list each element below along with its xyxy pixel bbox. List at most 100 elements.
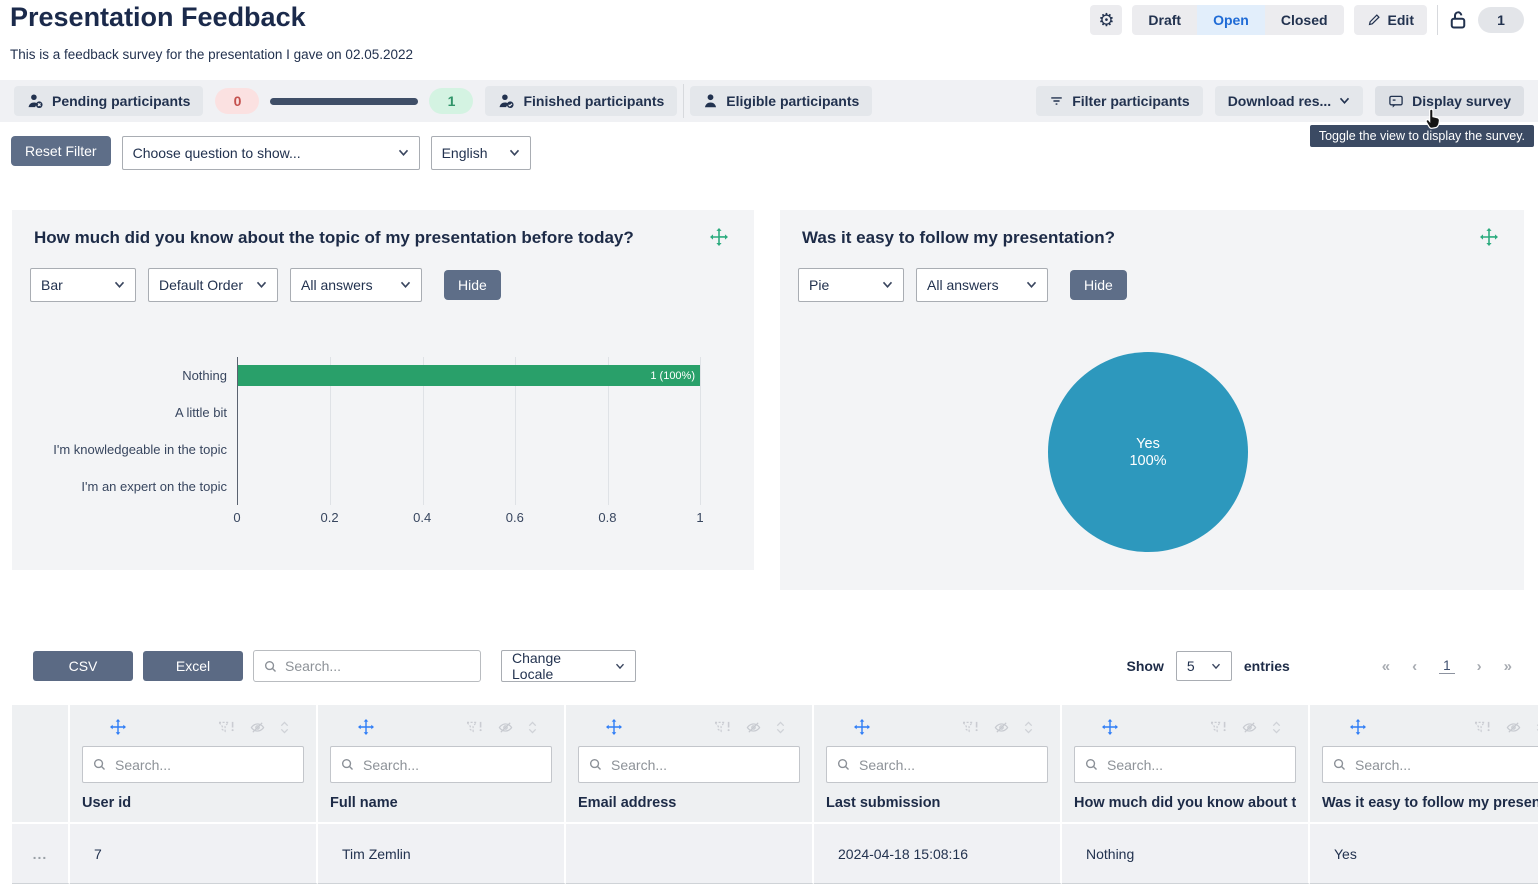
chevron-down-icon [400, 281, 411, 289]
filter-participants-button[interactable]: Filter participants [1036, 86, 1202, 116]
excel-export-button[interactable]: Excel [143, 651, 243, 681]
chart-controls: Pie All answers Hide [798, 268, 1127, 302]
hide-button[interactable]: Hide [1070, 270, 1127, 300]
chevron-down-icon [114, 281, 125, 289]
unlock-icon [1448, 9, 1468, 31]
column-search-input[interactable] [115, 757, 293, 773]
status-draft-button[interactable]: Draft [1132, 5, 1197, 35]
column-search [826, 746, 1048, 783]
cell-question-2: Yes [1310, 822, 1538, 884]
eye-slash-icon[interactable] [249, 720, 266, 735]
current-page[interactable]: 1 [1439, 658, 1455, 674]
next-page-button[interactable]: › [1477, 658, 1482, 675]
chevron-down-icon [256, 281, 267, 289]
column-title: Full name [330, 795, 552, 811]
eligible-participants-button[interactable]: Eligible participants [690, 86, 872, 116]
status-open-button[interactable]: Open [1197, 5, 1265, 35]
mouse-cursor-pointer [1421, 104, 1447, 132]
column-move-icon[interactable] [110, 719, 126, 735]
table-row: ... 7 Tim Zemlin 2024-04-18 15:08:16 Not… [12, 822, 1538, 884]
column-title: Last submission [826, 795, 1048, 811]
sort-icon[interactable] [1023, 720, 1034, 735]
clear-filter-icon[interactable] [465, 720, 484, 735]
finished-participants-button[interactable]: Finished participants [485, 86, 677, 116]
table-search-input[interactable] [285, 658, 455, 674]
change-locale-select[interactable]: Change Locale [501, 650, 636, 682]
clear-filter-icon[interactable] [961, 720, 980, 735]
language-select[interactable]: English [431, 136, 531, 170]
csv-export-button[interactable]: CSV [33, 651, 133, 681]
search-icon [264, 660, 277, 673]
clear-filter-icon[interactable] [1473, 720, 1492, 735]
question-select[interactable]: Choose question to show... [122, 136, 420, 170]
eye-slash-icon[interactable] [745, 720, 762, 735]
eye-slash-icon[interactable] [1241, 720, 1258, 735]
eye-slash-icon[interactable] [497, 720, 514, 735]
download-responses-button[interactable]: Download res... [1215, 86, 1363, 116]
answers-select[interactable]: All answers [290, 268, 422, 302]
move-icon[interactable] [710, 228, 728, 246]
status-closed-button[interactable]: Closed [1265, 5, 1344, 35]
cell-last-submission: 2024-04-18 15:08:16 [814, 822, 1062, 884]
sort-icon[interactable] [1271, 720, 1282, 735]
divider [683, 84, 684, 118]
header-cell-question-2: Was it easy to follow my presentation? [1310, 705, 1538, 822]
column-move-icon[interactable] [854, 719, 870, 735]
cell-user-id: 7 [70, 822, 318, 884]
column-search-input[interactable] [1355, 757, 1538, 773]
column-title: Was it easy to follow my presentation? [1322, 795, 1538, 811]
results-table: User id Full name [12, 705, 1538, 886]
search-icon [837, 758, 850, 771]
pie-center-label: Yes 100% [1129, 436, 1166, 470]
page-subtitle: This is a feedback survey for the presen… [10, 47, 413, 62]
column-search [578, 746, 800, 783]
pagination: « ‹ 1 › » [1382, 658, 1512, 675]
row-menu-button[interactable]: ... [12, 822, 70, 884]
order-select[interactable]: Default Order [148, 268, 278, 302]
chevron-down-icon [882, 281, 893, 289]
page-size-select[interactable]: 5 [1176, 651, 1232, 681]
clear-filter-icon[interactable] [1209, 720, 1228, 735]
eye-slash-icon[interactable] [993, 720, 1010, 735]
chart-type-select[interactable]: Pie [798, 268, 904, 302]
column-search-input[interactable] [859, 757, 1037, 773]
column-search-input[interactable] [611, 757, 789, 773]
reset-filter-button[interactable]: Reset Filter [11, 136, 111, 166]
chevron-down-icon [615, 663, 625, 670]
display-survey-button[interactable]: Display survey [1375, 86, 1524, 116]
column-search-input[interactable] [363, 757, 541, 773]
settings-button[interactable]: ⚙ [1090, 5, 1122, 35]
chart-type-select[interactable]: Bar [30, 268, 136, 302]
table-toolbar: CSV Excel Change Locale Show 5 entries «… [12, 648, 1526, 684]
chevron-down-icon [1211, 663, 1221, 670]
last-page-button[interactable]: » [1504, 658, 1512, 675]
sort-icon[interactable] [775, 720, 786, 735]
answers-select[interactable]: All answers [916, 268, 1048, 302]
column-move-icon[interactable] [1350, 719, 1366, 735]
column-move-icon[interactable] [1102, 719, 1118, 735]
edit-button[interactable]: Edit [1354, 5, 1427, 35]
clear-filter-icon[interactable] [217, 720, 236, 735]
move-icon[interactable] [1480, 228, 1498, 246]
progress-fill [270, 98, 418, 105]
pending-participants-button[interactable]: Pending participants [14, 86, 203, 116]
header-cell-email: Email address [566, 705, 814, 822]
person-check-icon [498, 93, 515, 109]
results-filter-row: Reset Filter Choose question to show... … [11, 136, 531, 170]
sort-icon[interactable] [527, 720, 538, 735]
sort-icon[interactable] [279, 720, 290, 735]
participants-progress [270, 98, 418, 105]
hide-button[interactable]: Hide [444, 270, 501, 300]
column-move-icon[interactable] [358, 719, 374, 735]
first-page-button[interactable]: « [1382, 658, 1390, 675]
eye-slash-icon[interactable] [1505, 720, 1522, 735]
column-search-input[interactable] [1107, 757, 1285, 773]
person-x-icon [27, 93, 44, 109]
prev-page-button[interactable]: ‹ [1412, 658, 1417, 675]
clear-filter-icon[interactable] [713, 720, 732, 735]
bar-category-labels: Nothing A little bit I'm knowledgeable i… [12, 357, 227, 505]
table-header-row: User id Full name [12, 705, 1538, 822]
column-search [1074, 746, 1296, 783]
column-move-icon[interactable] [606, 719, 622, 735]
responses-count-badge[interactable]: 1 [1478, 7, 1524, 33]
